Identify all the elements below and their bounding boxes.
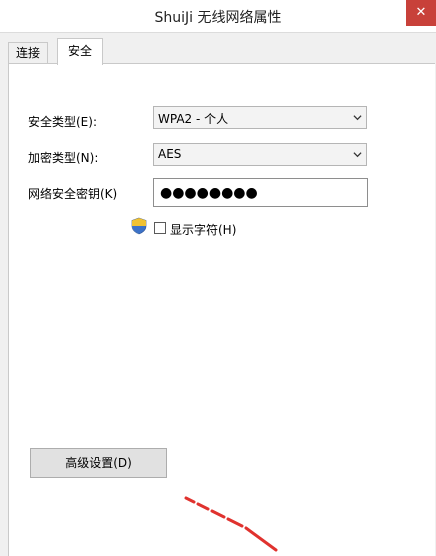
title-bar: ShuiJi 无线网络属性 ✕ [0, 0, 436, 33]
tab-security[interactable]: 安全 [57, 38, 104, 65]
encryption-type-value: AES [158, 147, 182, 161]
encryption-type-select[interactable]: AES [153, 143, 367, 166]
red-arrow-icon [184, 496, 278, 552]
security-type-label: 安全类型(E): [28, 115, 97, 129]
show-characters-checkbox[interactable] [154, 222, 166, 234]
network-key-input[interactable]: ●●●●●●●● [153, 178, 368, 207]
advanced-settings-button[interactable]: 高级设置(D) [30, 448, 167, 478]
tab-security-label: 安全 [68, 44, 93, 58]
tab-connection[interactable]: 连接 [8, 42, 49, 63]
security-panel [8, 63, 435, 556]
shield-icon [131, 217, 147, 235]
security-type-value: WPA2 - 个人 [158, 112, 229, 126]
close-button[interactable]: ✕ [406, 0, 436, 26]
chevron-down-icon [353, 152, 362, 158]
show-characters-label: 显示字符(H) [170, 223, 237, 237]
encryption-type-label: 加密类型(N): [28, 151, 99, 165]
tab-connection-label: 连接 [16, 46, 41, 60]
network-key-value: ●●●●●●●● [160, 185, 258, 201]
close-icon: ✕ [415, 5, 427, 20]
security-type-select[interactable]: WPA2 - 个人 [153, 106, 367, 129]
chevron-down-icon [353, 115, 362, 121]
network-key-label: 网络安全密钥(K) [28, 187, 118, 201]
window-title: ShuiJi 无线网络属性 [154, 10, 282, 26]
